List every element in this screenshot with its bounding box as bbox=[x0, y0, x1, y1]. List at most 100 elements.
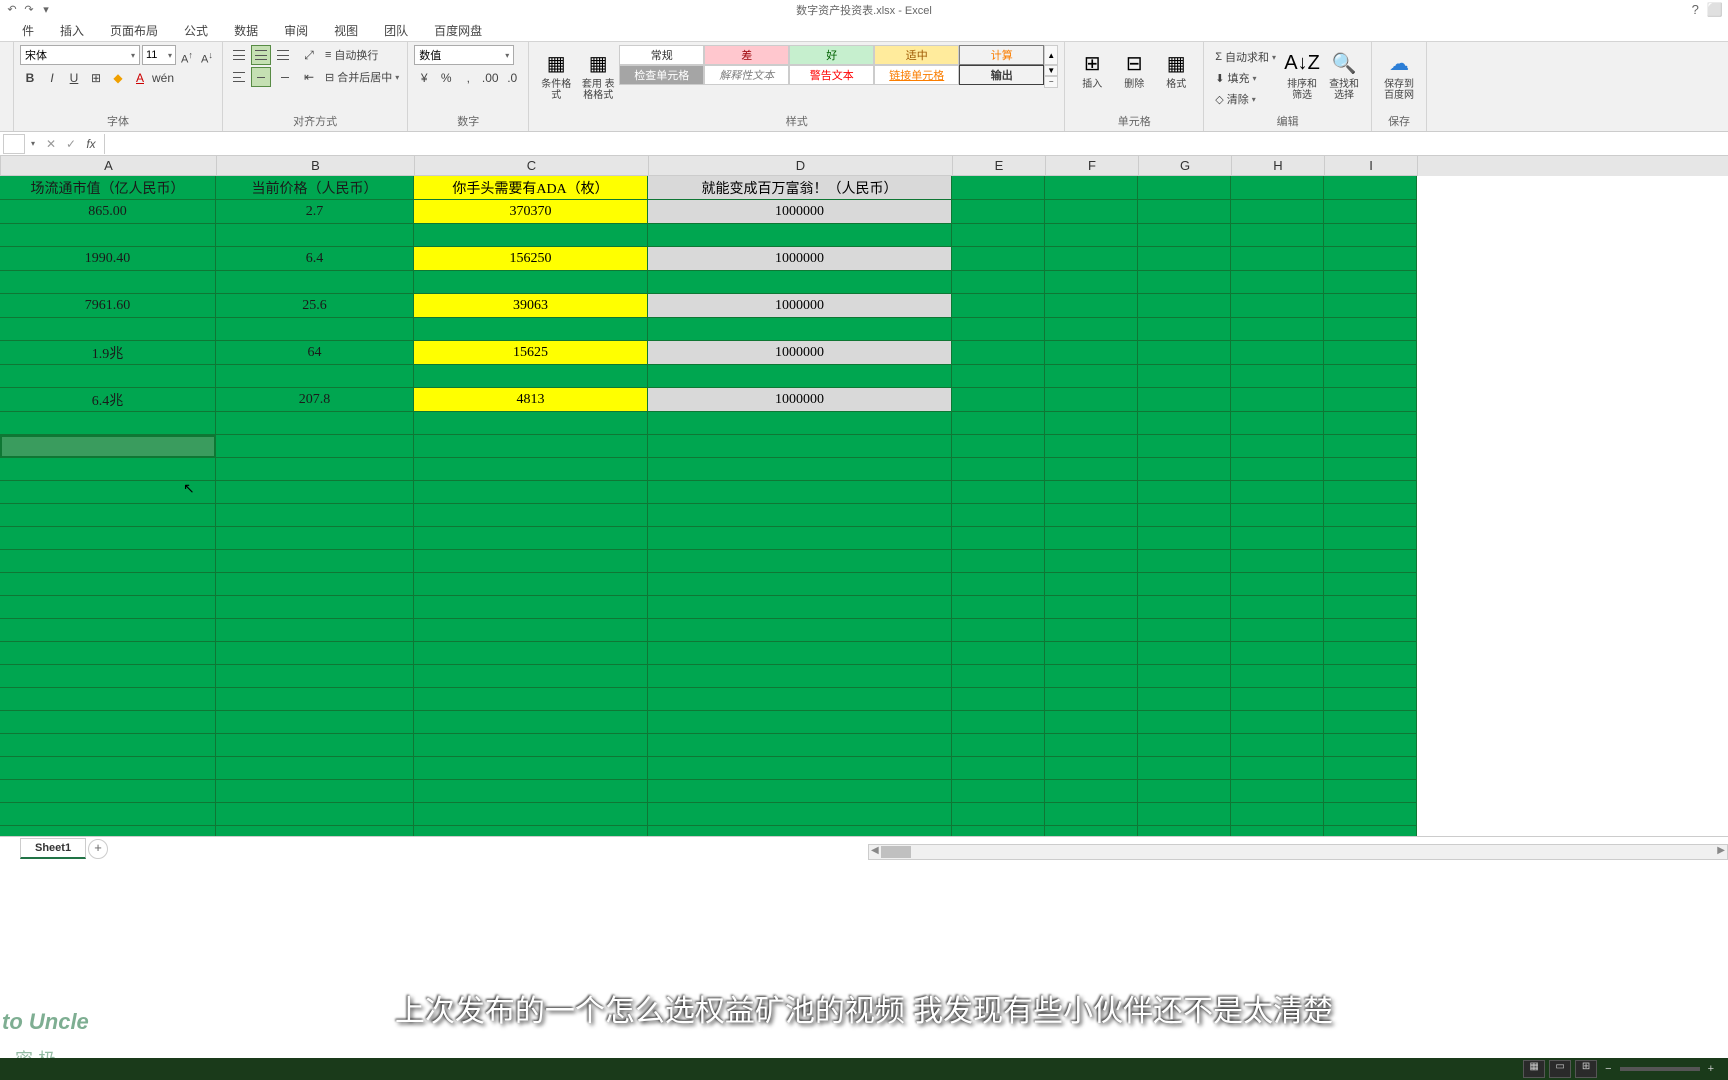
cell[interactable] bbox=[1045, 318, 1138, 341]
sort-filter-button[interactable]: A↓Z 排序和筛选 bbox=[1281, 45, 1323, 103]
help-icon[interactable]: ? bbox=[1692, 2, 1699, 18]
cell[interactable] bbox=[1231, 435, 1324, 458]
align-bottom-button[interactable] bbox=[273, 45, 293, 65]
cell[interactable] bbox=[0, 665, 216, 688]
cell[interactable] bbox=[1324, 365, 1417, 388]
cell[interactable] bbox=[414, 504, 648, 527]
cell[interactable] bbox=[414, 224, 648, 247]
align-center-button[interactable] bbox=[251, 67, 271, 87]
col-header-H[interactable]: H bbox=[1232, 156, 1325, 176]
cell[interactable] bbox=[414, 412, 648, 435]
cell[interactable] bbox=[1324, 711, 1417, 734]
cell[interactable] bbox=[216, 665, 414, 688]
cell[interactable]: 6.4兆 bbox=[0, 388, 216, 412]
cell[interactable] bbox=[1045, 458, 1138, 481]
cell[interactable] bbox=[1231, 665, 1324, 688]
horizontal-scrollbar[interactable]: ◀ ▶ bbox=[868, 844, 1728, 860]
style-output[interactable]: 输出 bbox=[959, 65, 1044, 85]
bold-button[interactable]: B bbox=[20, 68, 40, 88]
style-calc[interactable]: 计算 bbox=[959, 45, 1044, 65]
cell[interactable] bbox=[216, 550, 414, 573]
cell[interactable] bbox=[648, 435, 952, 458]
cell[interactable] bbox=[648, 642, 952, 665]
cell[interactable] bbox=[952, 481, 1045, 504]
cell[interactable] bbox=[414, 688, 648, 711]
formula-confirm-button[interactable]: ✓ bbox=[62, 137, 80, 151]
cell[interactable] bbox=[1324, 665, 1417, 688]
style-up-button[interactable]: ▲ bbox=[1044, 45, 1058, 65]
font-color-button[interactable]: A bbox=[130, 68, 150, 88]
cell[interactable] bbox=[1138, 619, 1231, 642]
cell[interactable] bbox=[216, 481, 414, 504]
cell[interactable] bbox=[1231, 341, 1324, 365]
cell[interactable] bbox=[1138, 435, 1231, 458]
window-icon[interactable]: ⬜ bbox=[1707, 2, 1723, 18]
cell[interactable] bbox=[1138, 247, 1231, 271]
format-cells-button[interactable]: ▦ 格式 bbox=[1155, 45, 1197, 92]
zoom-in-button[interactable]: + bbox=[1704, 1063, 1718, 1075]
cell[interactable] bbox=[1324, 435, 1417, 458]
wrap-text-button[interactable]: ≡自动换行 bbox=[323, 45, 401, 65]
cell[interactable] bbox=[1231, 550, 1324, 573]
cell[interactable] bbox=[0, 527, 216, 550]
tab-data[interactable]: 数据 bbox=[222, 20, 270, 41]
cell[interactable] bbox=[216, 504, 414, 527]
cell[interactable] bbox=[648, 481, 952, 504]
col-header-C[interactable]: C bbox=[415, 156, 649, 176]
cell[interactable] bbox=[952, 341, 1045, 365]
cell[interactable] bbox=[1138, 412, 1231, 435]
cell[interactable] bbox=[0, 318, 216, 341]
cell[interactable]: 6.4 bbox=[216, 247, 414, 271]
cell[interactable] bbox=[0, 619, 216, 642]
tab-review[interactable]: 审阅 bbox=[272, 20, 320, 41]
cell[interactable] bbox=[414, 734, 648, 757]
cell[interactable] bbox=[1045, 341, 1138, 365]
cell[interactable] bbox=[1138, 527, 1231, 550]
cell[interactable] bbox=[1231, 527, 1324, 550]
cell[interactable] bbox=[952, 318, 1045, 341]
cell[interactable] bbox=[952, 388, 1045, 412]
cell[interactable] bbox=[1231, 176, 1324, 200]
tab-page-layout[interactable]: 页面布局 bbox=[98, 20, 170, 41]
cell[interactable] bbox=[1231, 757, 1324, 780]
cell[interactable] bbox=[414, 711, 648, 734]
cell[interactable] bbox=[952, 271, 1045, 294]
cell[interactable] bbox=[648, 780, 952, 803]
cell[interactable] bbox=[1138, 504, 1231, 527]
cell[interactable] bbox=[0, 458, 216, 481]
cell[interactable]: 1000000 bbox=[648, 247, 952, 271]
cell[interactable] bbox=[1045, 481, 1138, 504]
cell[interactable] bbox=[1324, 734, 1417, 757]
orientation-button[interactable]: ⤢ bbox=[299, 45, 319, 65]
cell[interactable] bbox=[952, 504, 1045, 527]
cell[interactable] bbox=[414, 573, 648, 596]
insert-cells-button[interactable]: ⊞ 插入 bbox=[1071, 45, 1113, 92]
cell[interactable] bbox=[414, 527, 648, 550]
cell[interactable] bbox=[1324, 504, 1417, 527]
cell[interactable] bbox=[648, 826, 952, 836]
cell[interactable] bbox=[1138, 341, 1231, 365]
qat-more[interactable]: ▾ bbox=[39, 3, 53, 17]
cell[interactable] bbox=[952, 412, 1045, 435]
cell[interactable] bbox=[1324, 550, 1417, 573]
cell[interactable] bbox=[216, 642, 414, 665]
cell[interactable] bbox=[952, 365, 1045, 388]
currency-button[interactable]: ¥ bbox=[414, 68, 434, 88]
cell[interactable] bbox=[952, 550, 1045, 573]
tab-team[interactable]: 团队 bbox=[372, 20, 420, 41]
cell[interactable] bbox=[952, 294, 1045, 318]
cell[interactable] bbox=[648, 665, 952, 688]
cell[interactable] bbox=[1045, 757, 1138, 780]
cell[interactable] bbox=[1045, 504, 1138, 527]
cell[interactable] bbox=[1138, 550, 1231, 573]
cell[interactable] bbox=[414, 596, 648, 619]
cell[interactable] bbox=[648, 365, 952, 388]
merge-center-button[interactable]: ⊟合并后居中▾ bbox=[323, 67, 401, 87]
col-header-B[interactable]: B bbox=[217, 156, 415, 176]
style-good[interactable]: 好 bbox=[789, 45, 874, 65]
cell[interactable] bbox=[1231, 200, 1324, 224]
cell[interactable] bbox=[0, 412, 216, 435]
style-normal[interactable]: 常规 bbox=[619, 45, 704, 65]
percent-button[interactable]: % bbox=[436, 68, 456, 88]
cell[interactable] bbox=[1324, 341, 1417, 365]
